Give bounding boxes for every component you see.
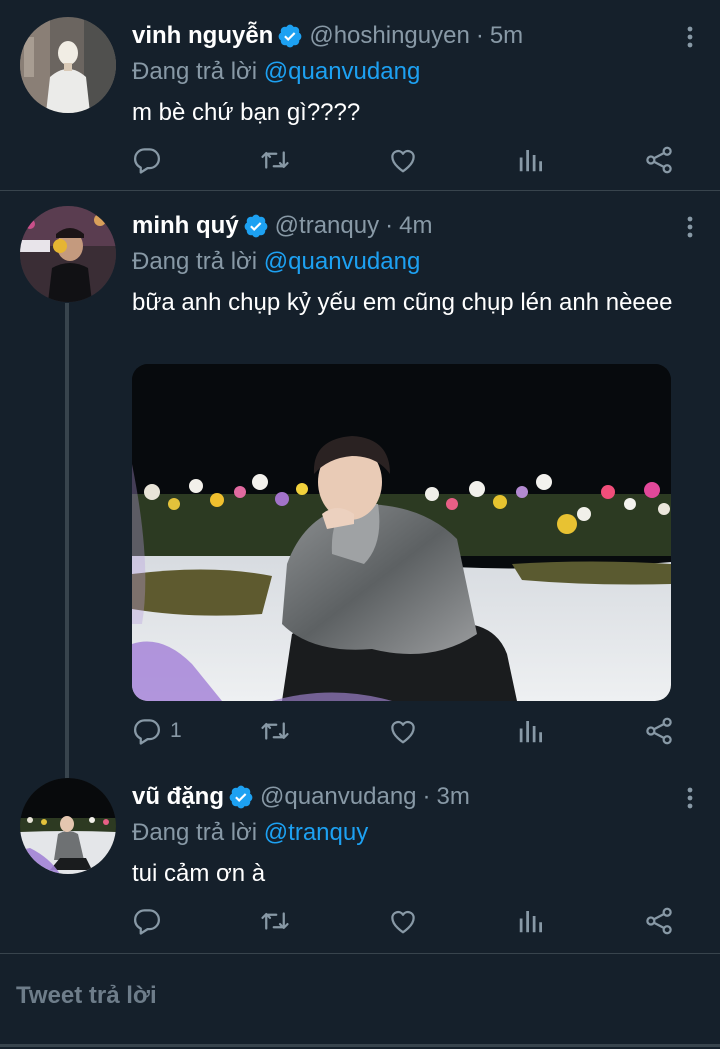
display-name[interactable]: vinh nguyễn <box>132 22 273 50</box>
tweet-photo[interactable] <box>132 364 671 701</box>
analytics-button[interactable] <box>516 140 546 180</box>
username[interactable]: @tranquy <box>275 212 379 240</box>
analytics-icon <box>516 145 546 175</box>
replying-to: Đang trả lời @tranquy <box>132 815 700 851</box>
action-bar <box>132 901 680 941</box>
thread-line <box>65 303 69 779</box>
like-icon <box>388 145 418 175</box>
action-bar <box>132 140 680 180</box>
input-underline <box>0 1044 720 1047</box>
display-name[interactable]: vũ đặng <box>132 783 224 811</box>
like-icon <box>388 906 418 936</box>
retweet-icon <box>260 906 290 936</box>
analytics-button[interactable] <box>516 901 546 941</box>
more-vertical-icon[interactable] <box>678 785 702 811</box>
reply-count: 1 <box>170 719 182 742</box>
timestamp[interactable]: 3m <box>437 783 470 811</box>
share-icon <box>644 906 674 936</box>
divider <box>0 953 720 954</box>
like-icon <box>388 716 418 746</box>
more-vertical-icon[interactable] <box>678 214 702 240</box>
replying-to: Đang trả lời @quanvudang <box>132 54 700 90</box>
share-button[interactable] <box>644 711 674 751</box>
username[interactable]: @quanvudang <box>260 783 417 811</box>
photo-image <box>132 364 671 701</box>
replying-label: Đang trả lời <box>132 819 258 846</box>
analytics-icon <box>516 716 546 746</box>
replying-label: Đang trả lời <box>132 248 258 275</box>
verified-badge-icon <box>243 213 269 239</box>
tweet[interactable]: vũ đặng @quanvudang · 3m Đang trả lời @t… <box>0 773 720 953</box>
reply-icon <box>132 906 162 936</box>
display-name[interactable]: minh quý <box>132 212 239 240</box>
share-button[interactable] <box>644 140 674 180</box>
retweet-icon <box>260 145 290 175</box>
separator: · <box>385 212 394 239</box>
reply-button[interactable] <box>132 901 170 941</box>
replying-label: Đang trả lời <box>132 58 258 85</box>
reply-button[interactable]: 1 <box>132 711 182 751</box>
verified-badge-icon <box>228 784 254 810</box>
retweet-icon <box>260 716 290 746</box>
like-button[interactable] <box>388 901 418 941</box>
retweet-button[interactable] <box>260 140 290 180</box>
separator: · <box>475 22 484 49</box>
timestamp[interactable]: 5m <box>490 22 523 50</box>
tweet[interactable]: vinh nguyễn @hoshinguyen · 5m Đang trả l… <box>0 0 720 190</box>
replying-to: Đang trả lời @quanvudang <box>132 244 700 280</box>
analytics-button[interactable] <box>516 711 546 751</box>
username[interactable]: @hoshinguyen <box>309 22 469 50</box>
share-button[interactable] <box>644 901 674 941</box>
mention-link[interactable]: @quanvudang <box>264 248 421 275</box>
mention-link[interactable]: @quanvudang <box>264 58 421 85</box>
tweet-text: m bè chứ bạn gì???? <box>132 99 361 126</box>
tweet-text: tui cảm ơn à <box>132 860 266 887</box>
mention-link[interactable]: @tranquy <box>264 819 368 846</box>
more-vertical-icon[interactable] <box>678 24 702 50</box>
avatar[interactable] <box>20 17 116 113</box>
action-bar: 1 <box>132 711 680 751</box>
reply-icon <box>132 145 162 175</box>
tweet[interactable]: minh quý @tranquy · 4m Đang trả lời @qua… <box>0 191 720 781</box>
reply-button[interactable] <box>132 140 170 180</box>
like-button[interactable] <box>388 711 418 751</box>
analytics-icon <box>516 906 546 936</box>
share-icon <box>644 716 674 746</box>
tweet-text: bữa anh chụp kỷ yếu em cũng chụp lén anh… <box>132 289 673 316</box>
verified-badge-icon <box>277 23 303 49</box>
separator: · <box>422 783 431 810</box>
reply-input[interactable]: Tweet trả lời <box>16 982 157 1010</box>
retweet-button[interactable] <box>260 901 290 941</box>
retweet-button[interactable] <box>260 711 290 751</box>
avatar[interactable] <box>20 206 116 302</box>
timestamp[interactable]: 4m <box>399 212 432 240</box>
avatar[interactable] <box>20 778 116 874</box>
reply-icon <box>132 716 162 746</box>
share-icon <box>644 145 674 175</box>
like-button[interactable] <box>388 140 418 180</box>
